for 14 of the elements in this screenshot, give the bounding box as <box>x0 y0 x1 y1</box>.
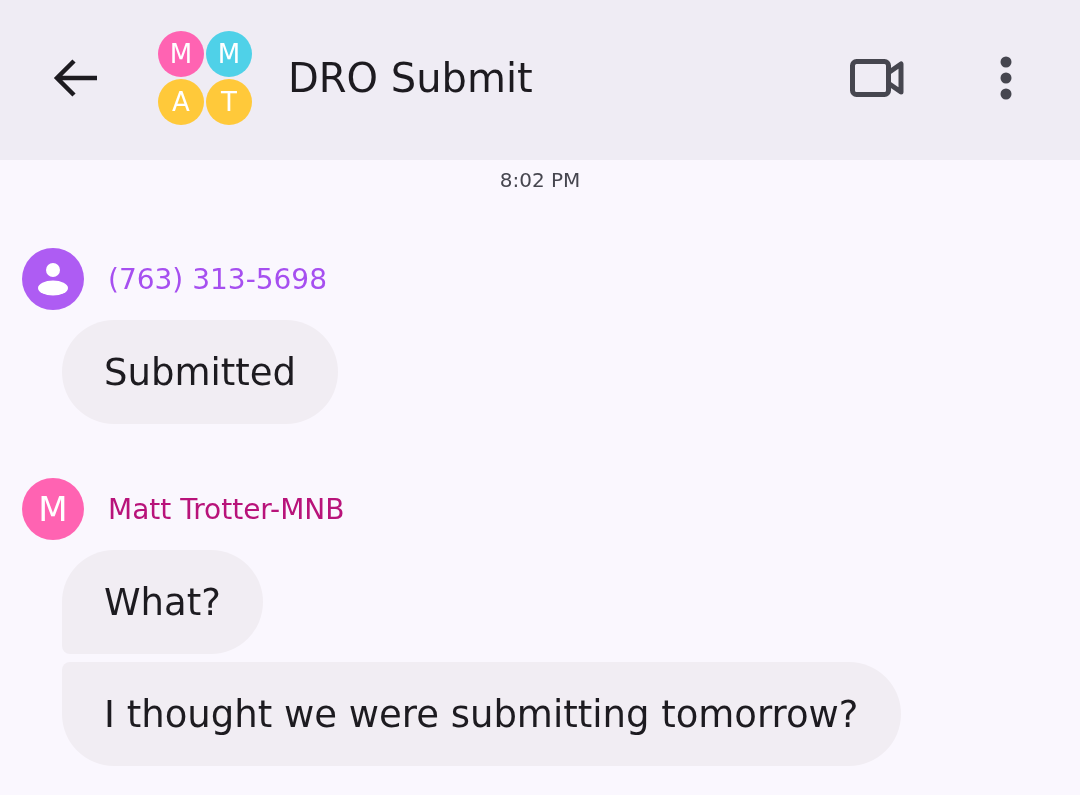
sender-name: Matt Trotter-MNB <box>108 492 345 526</box>
avatar-initial: A <box>158 79 204 125</box>
timestamp: 8:02 PM <box>499 168 581 192</box>
more-options-icon[interactable] <box>1000 56 1012 100</box>
avatar-initial: T <box>206 79 252 125</box>
message-bubble[interactable]: Submitted <box>62 320 338 424</box>
conversation-title: DRO Submit <box>288 55 533 101</box>
sender-name: (763) 313-5698 <box>108 262 327 296</box>
message-bubble[interactable]: I thought we were submitting tomorrow? <box>62 662 901 766</box>
back-icon[interactable] <box>53 58 99 98</box>
avatar-initial: M <box>206 31 252 77</box>
video-call-icon[interactable] <box>850 59 904 97</box>
message-bubble[interactable]: What? <box>62 550 263 654</box>
avatar-initial: M <box>158 31 204 77</box>
